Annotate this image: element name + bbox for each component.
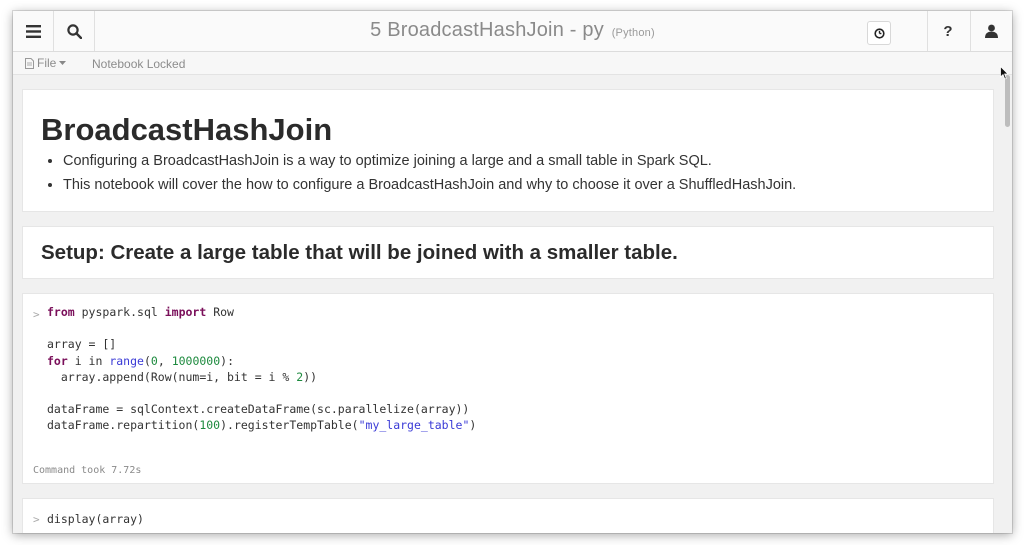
intro-bullet: This notebook will cover the how to conf… xyxy=(63,177,796,193)
code-token: )) xyxy=(303,369,318,384)
schedule-button[interactable] xyxy=(867,21,891,45)
code-cell-2[interactable]: > display(array) xyxy=(22,498,994,533)
caret-down-icon xyxy=(59,61,67,65)
user-icon xyxy=(984,24,998,38)
code-token: ( xyxy=(143,353,151,368)
setup-heading: Setup: Create a large table that will be… xyxy=(41,241,678,264)
intro-heading: BroadcastHashJoin xyxy=(41,112,333,147)
document-icon xyxy=(25,57,34,69)
code-token: "my_large_table" xyxy=(358,418,470,433)
cell-expand-chevron[interactable]: > xyxy=(33,308,40,321)
file-menu[interactable]: File xyxy=(25,56,67,70)
code-token: dataFrame.repartition( xyxy=(47,418,200,433)
code-token: import xyxy=(164,305,207,319)
code-token: i in xyxy=(67,353,110,368)
code-token: 1000000 xyxy=(171,353,221,368)
notebook-title: 5 BroadcastHashJoin - py (Python) xyxy=(13,19,1012,42)
code-token: dataFrame = sqlContext.createDataFrame(s… xyxy=(47,402,470,417)
code-token: Row xyxy=(206,305,234,319)
clock-icon xyxy=(873,27,885,39)
code-token: range xyxy=(109,353,144,368)
code-token: array = [] xyxy=(47,337,117,352)
help-icon: ? xyxy=(943,22,953,40)
intro-bullet-list: Configuring a BroadcastHashJoin is a way… xyxy=(43,153,796,201)
markdown-cell-setup[interactable]: Setup: Create a large table that will be… xyxy=(22,226,994,279)
notebook-language: (Python) xyxy=(611,27,655,39)
file-menu-label: File xyxy=(37,56,57,70)
help-button[interactable]: ? xyxy=(927,11,968,51)
notebook-lock-status: Notebook Locked xyxy=(92,57,186,71)
code-token: for xyxy=(47,353,68,368)
mouse-cursor-icon xyxy=(1000,66,1009,80)
intro-bullet: Configuring a BroadcastHashJoin is a way… xyxy=(63,153,796,169)
code-editor[interactable]: display(array) xyxy=(47,511,144,527)
command-duration: Command took 7.72s xyxy=(33,465,142,476)
vertical-scrollbar[interactable] xyxy=(1004,75,1012,533)
notebook-window: 5 BroadcastHashJoin - py (Python) ? File… xyxy=(13,11,1012,533)
code-token: ): xyxy=(220,353,235,368)
top-header: 5 BroadcastHashJoin - py (Python) ? xyxy=(13,11,1012,52)
scrollbar-thumb[interactable] xyxy=(1005,75,1010,127)
markdown-cell-intro[interactable]: BroadcastHashJoin Configuring a Broadcas… xyxy=(22,89,994,212)
code-token: 0 xyxy=(150,353,158,368)
code-token: pyspark.sql xyxy=(74,305,165,319)
cell-expand-chevron[interactable]: > xyxy=(33,513,40,526)
code-token: , xyxy=(157,353,172,368)
code-cell-1[interactable]: > from pyspark.sql import Row array = []… xyxy=(22,293,994,484)
code-token: ) xyxy=(469,418,477,433)
code-token: ).registerTempTable( xyxy=(220,418,359,433)
notebook-content: BroadcastHashJoin Configuring a Broadcas… xyxy=(13,75,1012,533)
code-token: array.append(Row(num=i, bit = i % xyxy=(47,369,297,384)
code-token: 100 xyxy=(199,418,221,433)
notebook-toolbar: File Notebook Locked xyxy=(13,52,1012,75)
user-button[interactable] xyxy=(970,11,1011,51)
code-token: from xyxy=(47,305,75,319)
code-editor[interactable]: from pyspark.sql import Row array = [] f… xyxy=(47,304,476,434)
notebook-title-text: 5 BroadcastHashJoin - py xyxy=(370,19,604,41)
